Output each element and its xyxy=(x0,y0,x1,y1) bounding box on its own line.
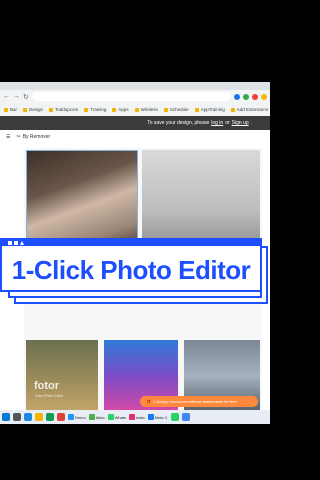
login-banner: To save your design, please log in or Si… xyxy=(0,116,270,130)
back-icon[interactable]: ← xyxy=(3,93,10,100)
city-image[interactable] xyxy=(142,150,260,252)
triangle-icon xyxy=(20,241,24,245)
browser-chrome: ← → ↻ Bar Design Toddopcom Training Apps… xyxy=(0,82,270,116)
tab-strip[interactable] xyxy=(0,82,270,90)
banner-text: To save your design, please xyxy=(147,120,210,126)
headline-text: 1-Click Photo Editor xyxy=(11,255,251,285)
bookmarks-bar: Bar Design Toddopcom Training Apps Wirel… xyxy=(0,103,270,116)
app-icon[interactable] xyxy=(46,413,54,421)
banner-or: or xyxy=(225,120,230,126)
bookmark-item[interactable]: Schedule xyxy=(164,107,189,112)
menu-icon[interactable]: ☰ xyxy=(6,134,10,140)
bookmark-item[interactable]: Apps xyxy=(112,107,128,112)
gift-icon: 🎁 xyxy=(146,399,151,404)
search-icon[interactable] xyxy=(13,413,21,421)
reload-icon[interactable]: ↻ xyxy=(23,93,29,101)
toast-text: 1 Design resources without watermarks fo… xyxy=(152,399,237,404)
headline-overlay: 1-Click Photo Editor xyxy=(0,238,270,304)
square-icon xyxy=(14,241,18,245)
bookmark-item[interactable]: Add Extensions xyxy=(231,107,268,112)
signup-link[interactable]: Sign up xyxy=(232,120,249,126)
extension-icon[interactable] xyxy=(261,93,267,100)
bookmark-item[interactable]: Bar xyxy=(4,107,17,112)
watermark-sub: Fotor Photo Editor xyxy=(35,394,64,398)
promo-toast[interactable]: 🎁 1 Design resources without watermarks … xyxy=(140,396,258,407)
app-icon[interactable] xyxy=(57,413,65,421)
bookmark-item[interactable]: AppTraining xyxy=(195,107,225,112)
dog-image[interactable]: fotor Fotor Photo Editor xyxy=(26,340,98,410)
bookmark-item[interactable]: Toddopcom xyxy=(49,107,78,112)
whatsapp-icon[interactable] xyxy=(170,413,179,421)
editor-toolbar: ☰ ✂ By Remover xyxy=(0,130,270,144)
taskbar-app-akka[interactable]: Akka xyxy=(88,414,105,420)
taskbar: Demo Akka Whats Insta Meta C xyxy=(0,410,270,424)
remover-label: By Remover xyxy=(22,134,51,140)
headline-window: 1-Click Photo Editor xyxy=(0,238,262,292)
taskview-icon[interactable] xyxy=(24,413,32,421)
taskbar-app-whats[interactable]: Whats xyxy=(107,414,126,420)
bookmark-item[interactable]: Training xyxy=(84,107,106,112)
video-frame: ← → ↻ Bar Design Toddopcom Training Apps… xyxy=(0,0,270,480)
taskbar-app-insta[interactable]: Insta xyxy=(128,414,145,420)
login-link[interactable]: log in xyxy=(211,120,223,126)
windows-start-icon[interactable] xyxy=(2,413,10,421)
bookmark-item[interactable]: Design xyxy=(23,107,43,112)
scissors-icon: ✂ xyxy=(16,134,21,140)
chrome-icon[interactable] xyxy=(181,413,190,421)
extension-icon[interactable] xyxy=(234,93,240,100)
forward-icon[interactable]: → xyxy=(13,93,20,100)
taskbar-app-demo[interactable]: Demo xyxy=(68,414,86,420)
address-bar[interactable] xyxy=(31,92,231,101)
folder-icon[interactable] xyxy=(35,413,43,421)
portrait-image[interactable] xyxy=(26,150,138,252)
extension-icon[interactable] xyxy=(243,93,249,100)
address-row: ← → ↻ xyxy=(0,90,270,103)
square-icon xyxy=(8,241,12,245)
extension-icon[interactable] xyxy=(252,93,258,100)
watermark-brand: fotor xyxy=(34,380,60,392)
taskbar-app-meta[interactable]: Meta C xyxy=(147,414,168,420)
headline-titlebar xyxy=(2,240,260,246)
banner-suffix: . xyxy=(250,120,252,126)
remover-tool[interactable]: ✂ By Remover xyxy=(16,134,50,140)
bookmark-item[interactable]: Wireless xyxy=(135,107,158,112)
